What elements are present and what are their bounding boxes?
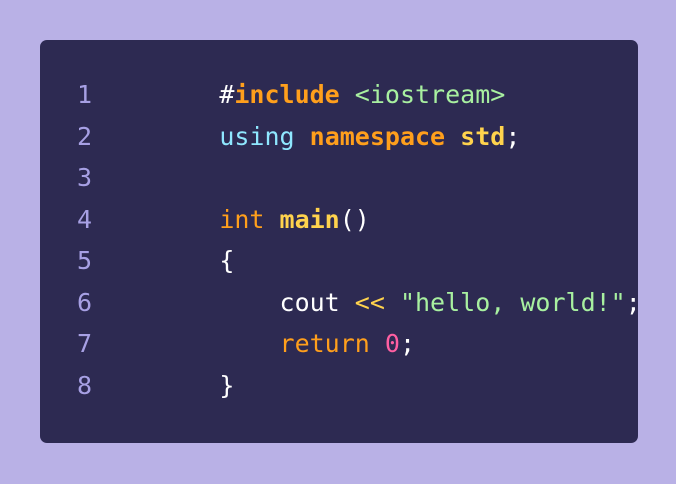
punctuation-token: ; [625,287,641,317]
identifier-token: std [460,121,506,151]
keyword-token: namespace [309,121,446,151]
line-number: 1 [76,80,92,110]
line-number: 3 [76,163,92,193]
line-number: 6 [76,287,92,317]
keyword-token: return [279,329,370,359]
line-code: } [129,342,234,429]
function-name-token: main [279,204,340,234]
punctuation-token: ; [505,121,521,151]
line-code: using namespace std; [129,93,520,180]
string-token: "hello, world!" [399,287,626,317]
keyword-token: using [219,121,295,151]
punctuation-token: ; [399,329,416,359]
line-number: 4 [76,204,92,234]
number-token: 0 [384,329,400,359]
line-number: 7 [76,329,92,359]
punctuation-token: } [219,370,235,400]
line-number: 8 [76,370,92,400]
code-line-2: 2 using namespace std; [40,116,638,158]
line-number: 5 [76,246,92,276]
code-block: 1 #include <iostream> 2 using namespace … [40,40,641,443]
punctuation-token: () [339,204,370,234]
line-number: 2 [76,121,92,151]
